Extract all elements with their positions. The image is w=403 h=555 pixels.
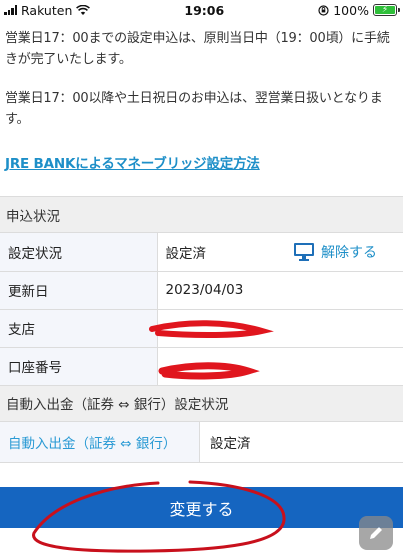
clock: 19:06 <box>184 2 225 18</box>
auto-transfer-row: 自動入出金（証券 ⇔ 銀行） 設定済 <box>0 421 403 463</box>
release-button[interactable]: 解除する <box>293 242 377 262</box>
battery-charging-icon: ⚡ <box>372 4 400 16</box>
change-button[interactable]: 変更する <box>0 487 403 528</box>
table-row: 更新日 2023/04/03 <box>0 271 403 310</box>
notice-line-cutoff: 営業日17：00までの設定申込は、原則当日中（19：00頃）に手続きが完了いたし… <box>5 31 390 67</box>
notice-text: 営業日17：00までの設定申込は、原則当日中（19：00頃）に手続きが完了いたし… <box>0 20 403 130</box>
carrier-name: Rakuten <box>21 2 73 18</box>
status-left: Rakuten <box>4 2 91 18</box>
table-row: 口座番号 <box>0 347 403 386</box>
battery-percent: 100% <box>333 2 369 18</box>
setup-guide-link[interactable]: JRE BANKによるマネーブリッジ設定方法 <box>5 152 398 172</box>
table-row: 設定状況 設定済 解除する <box>0 233 403 272</box>
rotation-lock-icon <box>318 4 329 16</box>
updated-date-value: 2023/04/03 <box>157 271 403 310</box>
row-label: 更新日 <box>0 271 158 310</box>
auto-transfer-heading: 自動入出金（証券 ⇔ 銀行）設定状況 <box>0 385 403 422</box>
release-button-label: 解除する <box>321 244 377 261</box>
notice-line-next-day: 営業日17：00以降や土日祝日のお申込は、翌営業日扱いとなります。 <box>5 91 383 127</box>
row-value-cell: 設定済 解除する <box>157 233 403 272</box>
branch-value <box>157 309 403 348</box>
signal-icon <box>4 5 17 15</box>
setting-status-value: 設定済 <box>165 245 207 262</box>
row-label: 口座番号 <box>0 347 158 386</box>
auto-transfer-label: 自動入出金（証券 ⇔ 銀行） <box>0 421 200 462</box>
status-bar: Rakuten 19:06 100% ⚡ <box>0 0 403 20</box>
row-label: 設定状況 <box>0 233 158 272</box>
application-status-table: 設定状況 設定済 解除する 更新日 2023/04/03 支店 口座番号 <box>0 233 403 386</box>
account-number-value <box>157 347 403 386</box>
status-right: 100% ⚡ <box>318 2 400 18</box>
table-row: 支店 <box>0 309 403 348</box>
row-label: 支店 <box>0 309 158 348</box>
auto-transfer-value: 設定済 <box>210 435 251 452</box>
wifi-icon <box>76 4 91 15</box>
pencil-icon[interactable] <box>359 516 393 550</box>
monitor-icon <box>294 243 314 262</box>
application-status-heading: 申込状況 <box>0 196 403 233</box>
